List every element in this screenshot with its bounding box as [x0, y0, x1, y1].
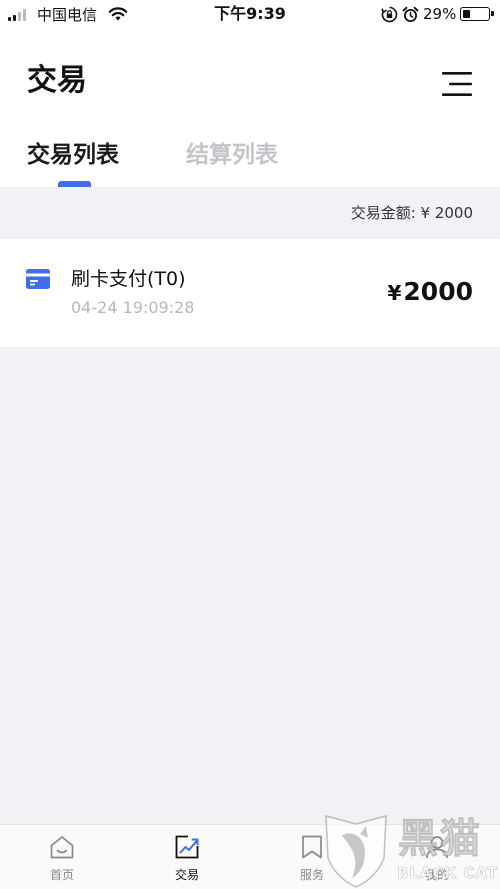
orientation-lock-icon — [381, 6, 398, 23]
home-icon — [50, 836, 74, 859]
battery-percent: 29% — [423, 5, 457, 23]
black-cat-logo-icon — [325, 815, 387, 888]
tabbar-label: 首页 — [49, 868, 74, 882]
tabbar-item-transaction[interactable]: 交易 — [137, 825, 237, 889]
currency-symbol: ¥ — [387, 281, 402, 305]
transaction-total: 交易金额: ¥ 2000 — [350, 204, 473, 222]
tabbar-label: 交易 — [174, 868, 199, 882]
watermark-title: 黑猫 — [398, 816, 482, 863]
trend-icon — [175, 835, 199, 859]
page-header: 交易 交易列表 结算列表 — [0, 30, 500, 187]
card-icon — [26, 269, 50, 289]
transaction-time: 04-24 19:09:28 — [71, 298, 195, 317]
tab-transaction-list[interactable]: 交易列表 — [27, 138, 119, 172]
menu-lines-icon — [442, 72, 472, 96]
alarm-clock-icon — [402, 6, 419, 22]
status-bar: 中国电信 下午9:39 29% — [0, 0, 500, 30]
page-title: 交易 — [27, 63, 87, 98]
watermark-subtitle: BLACK CAT — [397, 864, 499, 883]
battery-level-fill — [462, 9, 470, 18]
transaction-title: 刷卡支付(T0) — [71, 268, 186, 290]
list-item[interactable]: 刷卡支付(T0) 04-24 19:09:28 ¥2000 — [0, 239, 500, 347]
watermark: 黑猫 BLACK CAT — [320, 812, 500, 889]
battery-icon — [460, 7, 494, 21]
amount-value: 2000 — [403, 277, 473, 306]
transaction-amount: ¥2000 — [387, 275, 473, 310]
transaction-summary: 交易金额: ¥ 2000 — [0, 187, 500, 239]
tab-settlement-list[interactable]: 结算列表 — [186, 138, 278, 172]
menu-button[interactable] — [440, 70, 474, 98]
tabbar-item-home[interactable]: 首页 — [12, 825, 112, 889]
